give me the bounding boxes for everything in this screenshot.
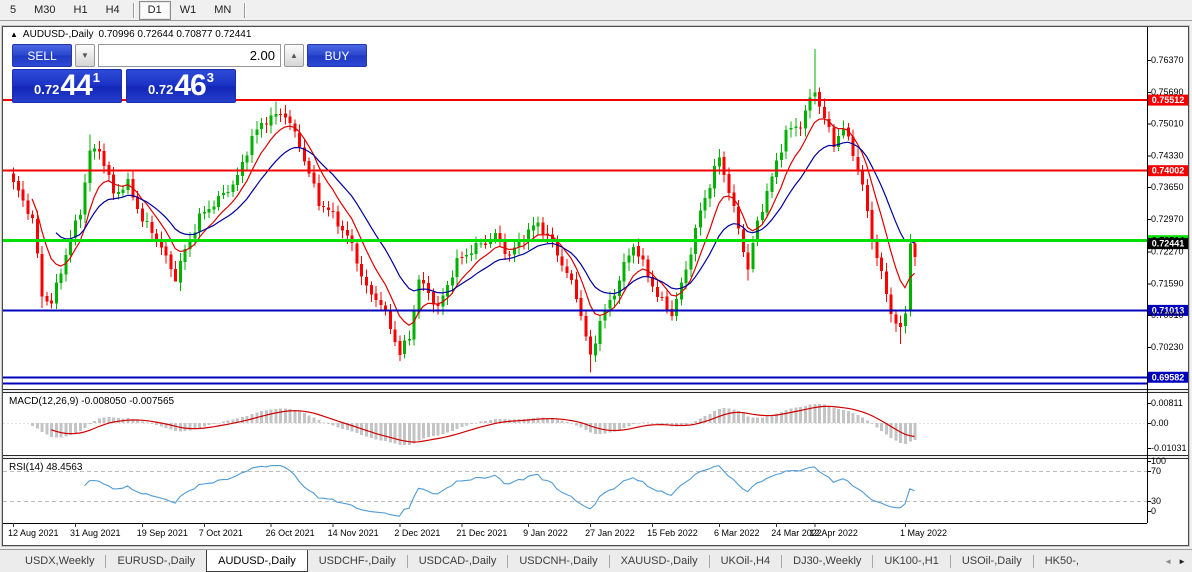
chart-tab-eurusd-daily[interactable]: EURUSD-,Daily xyxy=(106,550,206,572)
buy-price-big: 46 xyxy=(174,69,206,102)
rsi-line xyxy=(84,464,915,517)
sell-price-big: 44 xyxy=(60,69,92,102)
tab-scroll-arrows: ◄ ► xyxy=(1158,550,1192,572)
chart-ohlc-values: 0.70996 0.72644 0.70877 0.72441 xyxy=(98,29,252,40)
buy-price-box[interactable]: 0.72 46 3 xyxy=(126,69,236,103)
sell-button[interactable]: SELL xyxy=(12,44,72,67)
timeframe-toolbar: 5 M30 H1 H4 D1 W1 MN xyxy=(0,0,1192,21)
date-tick-label: 27 Jan 2022 xyxy=(585,528,635,538)
price-tick-label: 0.72270 xyxy=(1151,247,1184,257)
date-tick-label: 19 Sep 2021 xyxy=(137,528,188,538)
timeframe-button-d1[interactable]: D1 xyxy=(138,0,171,20)
date-tick-label: 9 Jan 2022 xyxy=(523,528,568,538)
price-tick-label: 0.71590 xyxy=(1151,278,1184,288)
timeframe-button-mn[interactable]: MN xyxy=(205,1,240,20)
tab-scroll-left-icon[interactable]: ◄ xyxy=(1164,557,1172,566)
sell-price-box[interactable]: 0.72 44 1 xyxy=(12,69,122,103)
chart-window: ▲ AUDUSD-,Daily 0.70996 0.72644 0.70877 … xyxy=(1,25,1190,547)
rsi-panel: RSI(14) 48.4563 10070 300 xyxy=(9,456,1166,517)
chart-tab-bar: USDX,Weekly EURUSD-,Daily AUDUSD-,Daily USD… xyxy=(0,549,1192,572)
rsi-indicator-label: RSI(14) 48.4563 xyxy=(9,462,83,473)
chart-tab-uk100-h1[interactable]: UK100-,H1 xyxy=(873,550,949,572)
buy-price-pip: 3 xyxy=(206,70,214,85)
price-macd-divider[interactable] xyxy=(3,389,1188,393)
moving-averages xyxy=(31,118,915,327)
buy-button[interactable]: BUY xyxy=(307,44,367,67)
chart-tab-audusd-daily[interactable]: AUDUSD-,Daily xyxy=(206,550,308,572)
price-tick-label: 0.75690 xyxy=(1151,87,1184,97)
macd-indicator-label: MACD(12,26,9) -0.008050 -0.007565 xyxy=(9,396,175,407)
sell-price-pip: 1 xyxy=(92,70,100,85)
macd-scale-label: 0.00 xyxy=(1151,418,1169,428)
date-tick-label: 7 Oct 2021 xyxy=(199,528,243,538)
price-tick-label: 0.72970 xyxy=(1151,214,1184,224)
date-tick-label: 1 May 2022 xyxy=(900,528,947,538)
date-tick-label: 15 Feb 2022 xyxy=(647,528,698,538)
chart-tab-usdchf-daily[interactable]: USDCHF-,Daily xyxy=(308,550,407,572)
toolbar-separator xyxy=(132,2,135,18)
timeframe-button-w1[interactable]: W1 xyxy=(171,1,206,20)
one-click-trade-panel: SELL ▼ ▲ BUY 0.72 44 1 0.72 46 xyxy=(12,44,367,103)
date-tick-label: 6 Mar 2022 xyxy=(714,528,760,538)
macd-panel: MACD(12,26,9) -0.008050 -0.007565 0.00811… xyxy=(9,396,1187,453)
chart-tab-ukoil-h4[interactable]: UKOil-,H4 xyxy=(710,550,782,572)
rsi-scale-label: 0 xyxy=(1151,506,1156,516)
svg-text:0.69582: 0.69582 xyxy=(1152,372,1185,382)
rsi-scale-label: 30 xyxy=(1151,496,1161,506)
macd-scale-label: -0.01031 xyxy=(1151,443,1187,453)
chart-tab-usdx-weekly[interactable]: USDX,Weekly xyxy=(14,550,105,572)
volume-increase-button[interactable]: ▲ xyxy=(284,44,304,67)
chart-tab-dj30-weekly[interactable]: DJ30-,Weekly xyxy=(782,550,872,572)
tab-scroll-right-icon[interactable]: ► xyxy=(1178,557,1186,566)
chart-tab-hk50[interactable]: HK50-, xyxy=(1034,550,1090,572)
macd-scale-label: 0.00811 xyxy=(1151,398,1183,408)
price-chart-canvas[interactable]: 0.755120.740020.725040.710130.695820.724… xyxy=(3,27,1188,545)
date-tick-label: 12 Aug 2021 xyxy=(8,528,59,538)
buy-price-prefix: 0.72 xyxy=(148,82,174,97)
svg-text:0.74002: 0.74002 xyxy=(1152,166,1185,176)
volume-decrease-button[interactable]: ▼ xyxy=(75,44,95,67)
chart-tab-usdcad-daily[interactable]: USDCAD-,Daily xyxy=(408,550,508,572)
chart-title: ▲ AUDUSD-,Daily 0.70996 0.72644 0.70877 … xyxy=(10,29,251,40)
toolbar-separator xyxy=(244,2,247,18)
price-tick-label: 0.70910 xyxy=(1151,310,1184,320)
price-tick-label: 0.73650 xyxy=(1151,182,1184,192)
triangle-up-icon: ▲ xyxy=(10,29,18,39)
price-tick-label: 0.76370 xyxy=(1151,55,1184,65)
level-badge: 0.69582 xyxy=(1148,371,1188,383)
chevron-down-icon: ▼ xyxy=(81,51,89,60)
price-tick-label: 0.70230 xyxy=(1151,342,1184,352)
rsi-scale-label: 100 xyxy=(1151,456,1166,466)
timeframe-button-m30[interactable]: M30 xyxy=(25,1,64,20)
sell-price-prefix: 0.72 xyxy=(34,82,60,97)
chevron-up-icon: ▲ xyxy=(290,51,298,60)
chart-tab-usdcnh-daily[interactable]: USDCNH-,Daily xyxy=(508,550,608,572)
timeframe-button-h1[interactable]: H1 xyxy=(65,1,97,20)
date-tick-label: 26 Oct 2021 xyxy=(266,528,315,538)
chart-symbol-label: AUDUSD-,Daily xyxy=(22,29,94,40)
price-tick-label: 0.74330 xyxy=(1151,150,1184,160)
date-tick-label: 2 Dec 2021 xyxy=(394,528,440,538)
trading-terminal: 5 M30 H1 H4 D1 W1 MN ▲ AUDUSD-,Daily 0.70996 0… xyxy=(0,0,1192,572)
date-tick-label: 12 Apr 2022 xyxy=(809,528,858,538)
date-tick-label: 31 Aug 2021 xyxy=(70,528,121,538)
rsi-scale-label: 70 xyxy=(1151,466,1161,476)
date-axis[interactable]: 12 Aug 2021 31 Aug 2021 19 Sep 2021 7 Oct 2… xyxy=(8,523,947,538)
timeframe-button-h4[interactable]: H4 xyxy=(97,1,129,20)
macd-rsi-divider[interactable] xyxy=(3,455,1188,459)
chart-tab-usoil-daily[interactable]: USOil-,Daily xyxy=(951,550,1033,572)
chart-tab-xauusd-daily[interactable]: XAUUSD-,Daily xyxy=(610,550,709,572)
price-tick-label: 0.75010 xyxy=(1151,119,1184,129)
date-tick-label: 21 Dec 2021 xyxy=(456,528,507,538)
timeframe-button-5[interactable]: 5 xyxy=(1,1,25,20)
level-badge: 0.74002 xyxy=(1148,165,1188,177)
volume-input[interactable] xyxy=(98,44,281,67)
date-tick-label: 14 Nov 2021 xyxy=(328,528,379,538)
